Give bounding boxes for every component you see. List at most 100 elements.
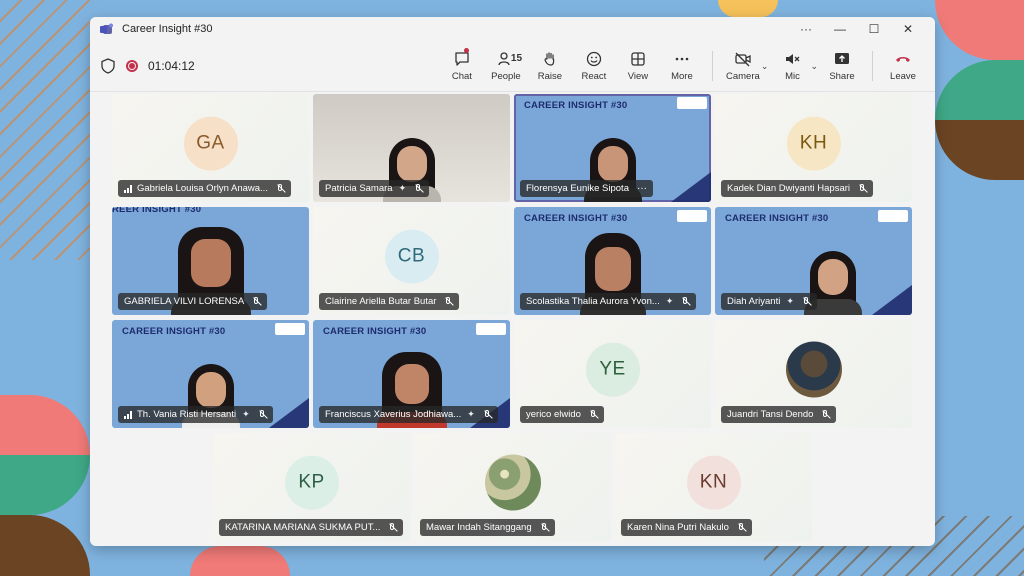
mic-label: Mic [785,71,800,82]
initials-avatar: KP [284,455,339,510]
window-title: Career Insight #30 [122,23,213,35]
view-label: View [627,71,649,82]
hand-icon [544,52,555,66]
participant-tile[interactable]: Juandri Tansi Dendo [715,320,912,428]
event-banner: CAREER INSIGHT #30 [122,326,226,337]
more-label: More [671,71,693,82]
participant-tile[interactable]: GA Gabriela Louisa Orlyn Anawa... [112,94,309,202]
camera-off-icon [735,52,751,67]
background-effects-icon: ✦ [242,409,250,419]
react-button[interactable]: React [572,50,616,82]
chat-icon [455,52,469,66]
background-shape [935,120,1024,180]
background-shape [190,546,290,576]
event-banner: CAREER INSIGHT #30 [725,213,829,224]
participant-name: yerico elwido [526,409,581,420]
maximize-button[interactable]: ☐ [857,22,891,36]
raise-hand-button[interactable]: Raise [528,50,572,82]
more-options-icon[interactable]: ··· [637,183,647,194]
background-stripes [0,0,90,260]
event-banner: CAREER INSIGHT #30 [524,100,628,111]
participant-nameplate: Florensya Eunike Sipota ··· [520,180,653,197]
banner-corner [872,285,912,315]
camera-button[interactable]: Camera [721,50,765,82]
participant-name: Gabriela Louisa Orlyn Anawa... [137,183,268,194]
participant-name: Mawar Indah Sitanggang [426,522,532,533]
participant-nameplate: Juandri Tansi Dendo [721,406,837,423]
more-button[interactable]: More [660,50,704,82]
initials-avatar: KH [786,116,841,171]
shield-icon[interactable] [100,58,116,74]
background-shape [935,60,1024,120]
view-button[interactable]: View [616,50,660,82]
participant-tile[interactable]: KP KATARINA MARIANA SUKMA PUT... [213,433,410,541]
mic-off-icon [786,54,800,64]
camera-label: Camera [726,71,760,82]
participant-grid: GA Gabriela Louisa Orlyn Anawa... Patric… [90,92,935,546]
background-shape [0,455,90,515]
mic-off-icon [276,183,285,194]
chat-button[interactable]: Chat [440,48,484,82]
participant-tile[interactable]: Patricia Samara ✦ [313,94,510,202]
participant-tile-speaking[interactable]: CAREER INSIGHT #30 Florensya Eunike Sipo… [514,94,711,202]
share-label: Share [829,71,855,82]
mic-off-icon [252,296,261,307]
toolbar-divider [872,51,873,81]
meeting-toolbar: 01:04:12 Chat 15 People Raise React View… [90,41,935,92]
participant-name: Florensya Eunike Sipota [526,183,629,194]
signal-strength-icon [124,410,132,419]
leave-button[interactable]: Leave [881,50,925,82]
mic-off-icon [681,296,690,307]
title-bar: Career Insight #30 ··· — ☐ ✕ [90,17,935,41]
background-shape [0,395,90,455]
minimize-button[interactable]: — [823,22,857,36]
participant-nameplate: Th. Vania Risti Hersanti ✦ [118,406,273,423]
participant-name: Franciscus Xaverius Jodhiawa... [325,409,462,420]
event-banner: CAREER INSIGHT #30 [524,213,628,224]
banner-corner [671,172,711,202]
participant-nameplate: GABRIELA VILVI LORENSA [118,293,268,310]
chat-label: Chat [451,71,472,82]
teams-meeting-window: Career Insight #30 ··· — ☐ ✕ 01:04:12 Ch… [90,17,935,546]
mic-off-icon [821,409,830,420]
participant-nameplate: Franciscus Xaverius Jodhiawa... ✦ [319,406,498,423]
background-shape [935,0,1024,60]
close-button[interactable]: ✕ [891,22,925,36]
participant-name: Patricia Samara [325,183,393,194]
participant-tile[interactable]: CAREER INSIGHT #30 Th. Vania Risti Hersa… [112,320,309,428]
mic-off-icon [858,183,867,194]
initials-avatar: KN [686,455,741,510]
share-button[interactable]: Share [820,50,864,82]
participant-nameplate: Mawar Indah Sitanggang [420,519,555,536]
participant-nameplate: Diah Ariyanti ✦ [721,293,817,310]
participant-tile[interactable]: KH Kadek Dian Dwiyanti Hapsari [715,94,912,202]
more-options-button[interactable]: ··· [789,22,823,36]
initials-avatar: GA [183,116,238,171]
people-button[interactable]: 15 People [484,50,528,82]
raise-label: Raise [537,71,563,82]
mic-off-icon [258,409,267,420]
mic-off-icon [388,522,397,533]
mic-off-icon [444,296,453,307]
participant-tile[interactable]: YE yerico elwido [514,320,711,428]
share-screen-icon [835,53,849,64]
participant-name: Juandri Tansi Dendo [727,409,814,420]
profile-photo-avatar [785,341,842,398]
participant-tile[interactable]: REER INSIGHT #30 GABRIELA VILVI LORENSA [112,207,309,315]
people-count: 15 [510,53,523,64]
participant-name: Scolastika Thalia Aurora Yvon... [526,296,660,307]
participant-tile[interactable]: CAREER INSIGHT #30 Franciscus Xaverius J… [313,320,510,428]
participant-tile[interactable]: CAREER INSIGHT #30 Scolastika Thalia Aur… [514,207,711,315]
participant-name: Clairine Ariella Butar Butar [325,296,437,307]
event-banner: REER INSIGHT #30 [112,207,202,215]
participant-tile[interactable]: CAREER INSIGHT #30 Diah Ariyanti ✦ [715,207,912,315]
background-effects-icon: ✦ [665,296,674,306]
mic-button[interactable]: Mic [770,50,814,82]
participant-tile[interactable]: CB Clairine Ariella Butar Butar [313,207,510,315]
participant-name: Karen Nina Putri Nakulo [627,522,729,533]
participant-tile[interactable]: KN Karen Nina Putri Nakulo [615,433,812,541]
profile-photo-avatar [484,454,541,511]
participant-nameplate: Kadek Dian Dwiyanti Hapsari [721,180,874,197]
participant-name: Diah Ariyanti [727,296,781,307]
participant-tile[interactable]: Mawar Indah Sitanggang [414,433,611,541]
